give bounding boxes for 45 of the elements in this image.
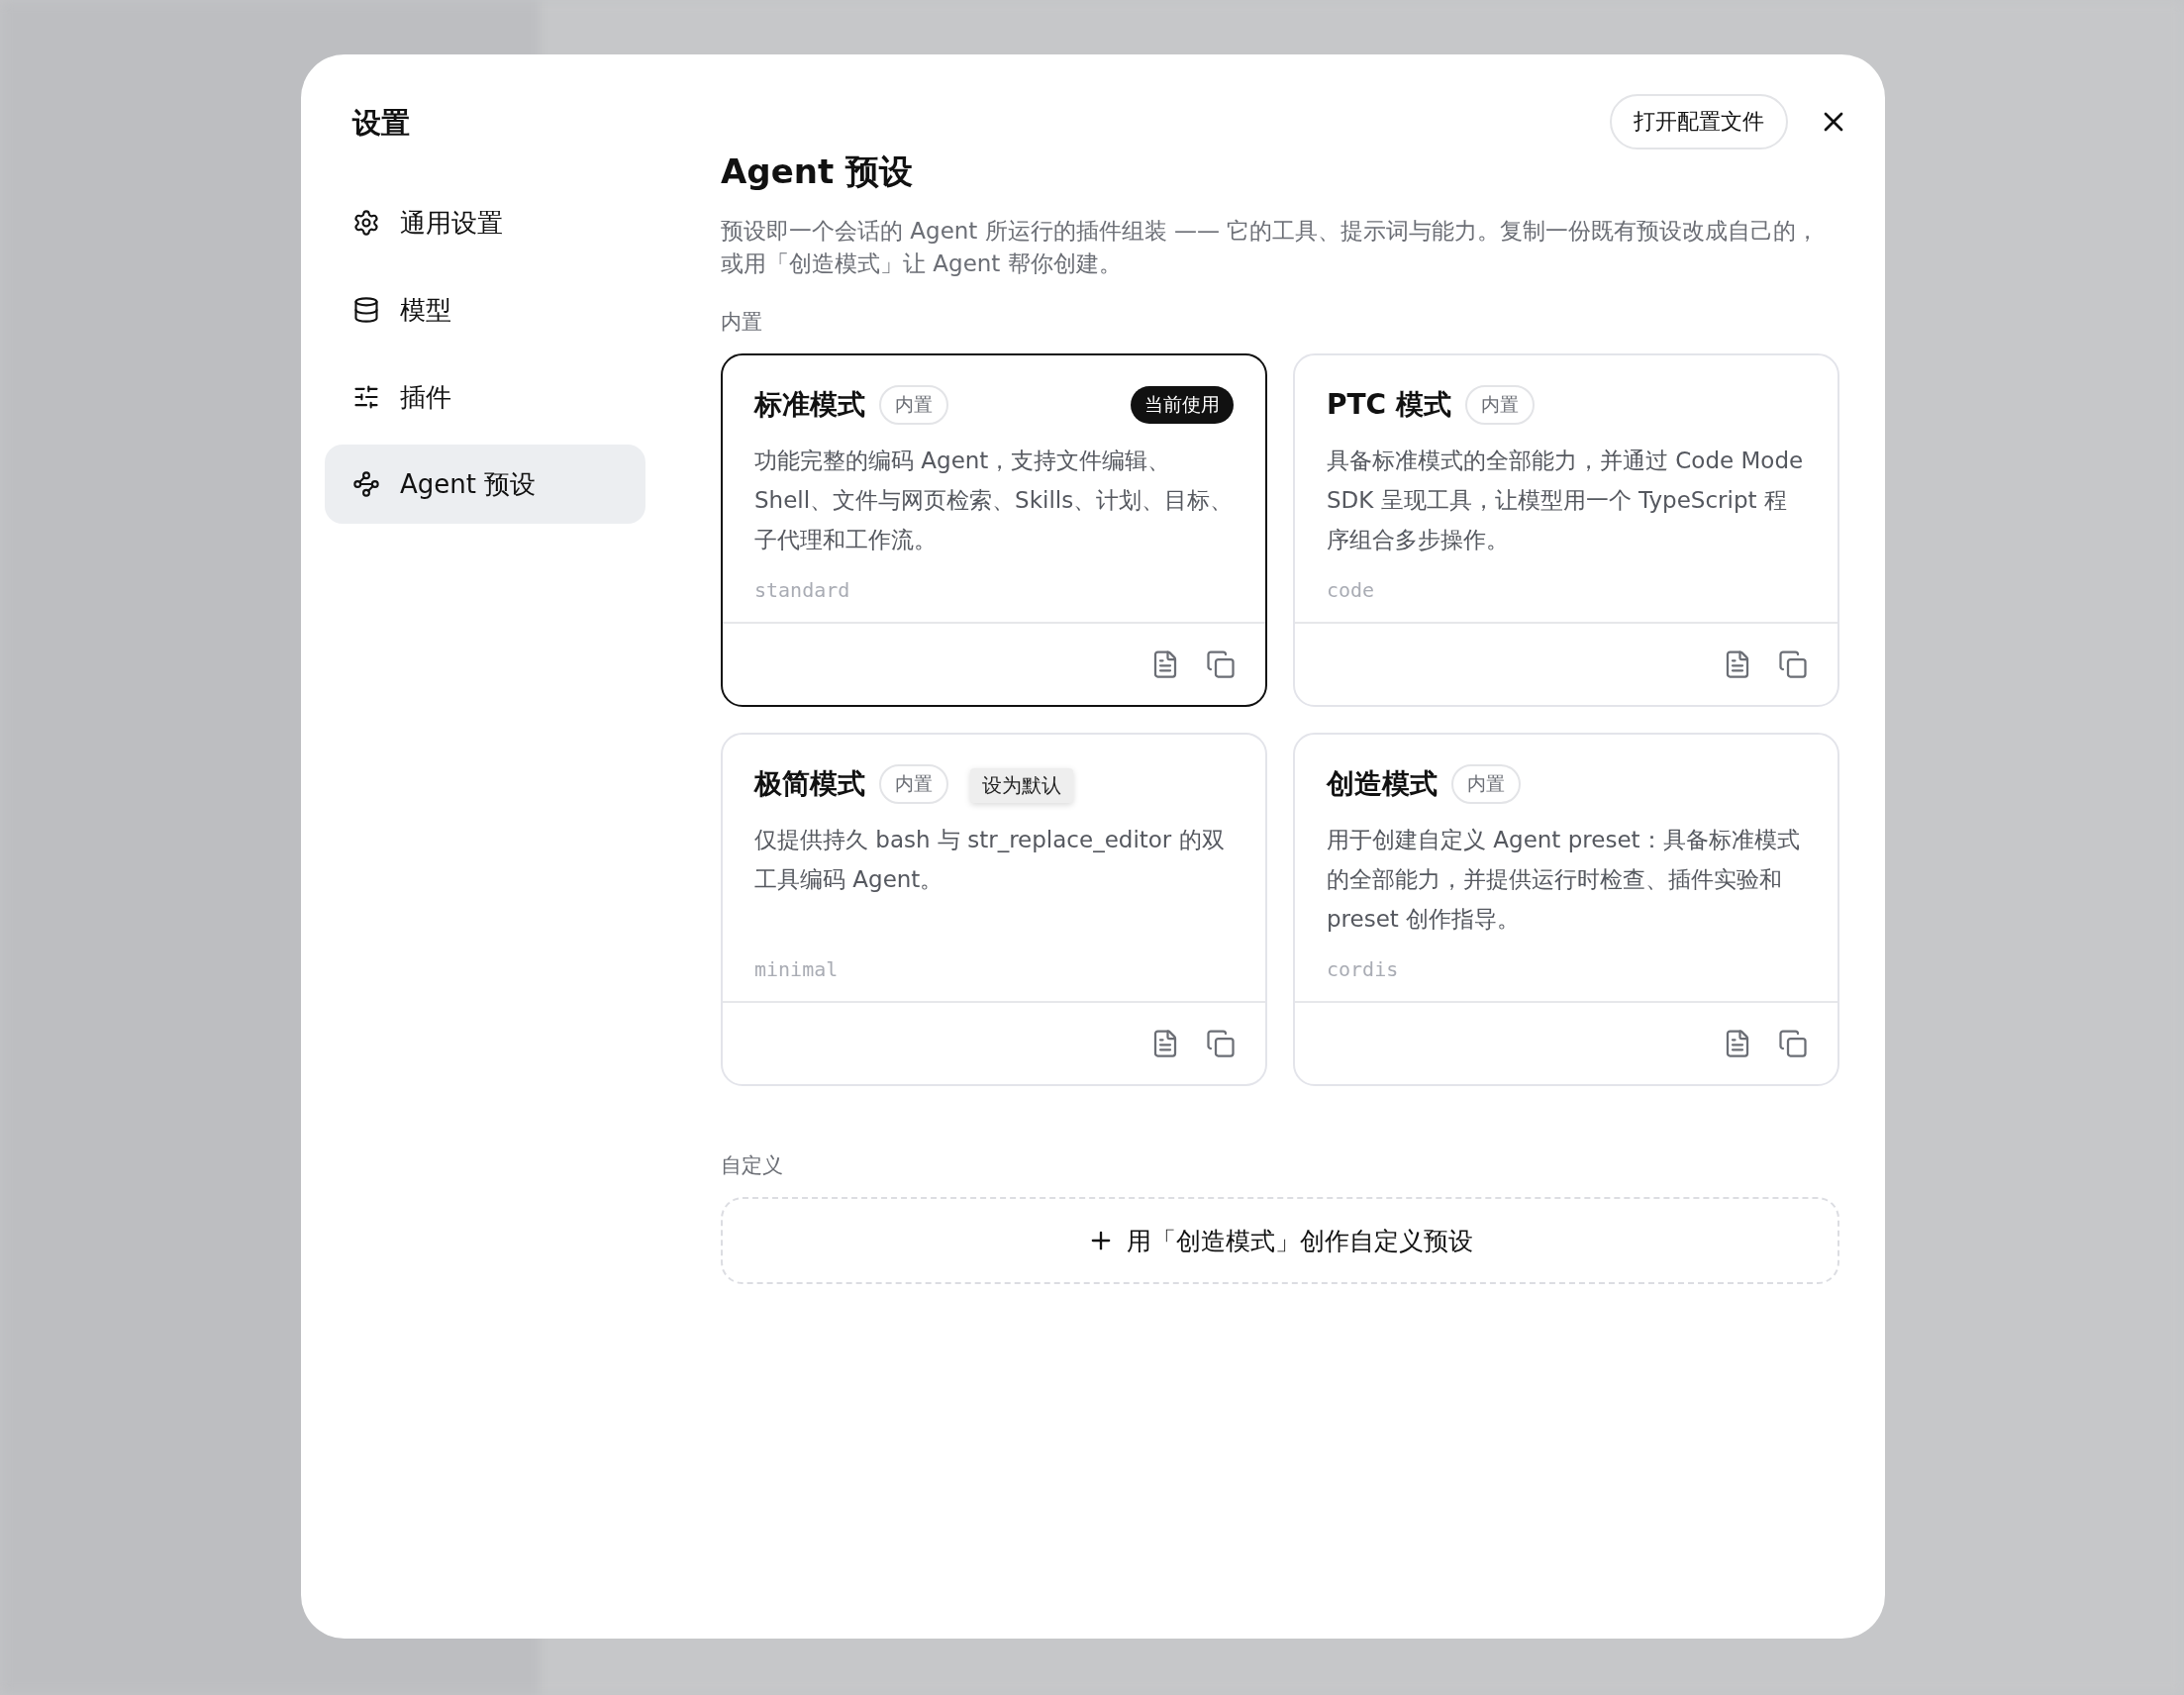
settings-icon	[352, 209, 380, 237]
preset-id: code	[1327, 578, 1376, 602]
current-badge: 当前使用	[1131, 386, 1234, 424]
preset-id: cordis	[1327, 957, 1400, 981]
nav-item[interactable]: 模型	[325, 270, 645, 349]
preset-card[interactable]: 创造模式 内置 用于创建自定义 Agent preset：具备标准模式的全部能力，并提供运行时检查、插件实验和 preset 创作指导。 cordis	[1293, 733, 1839, 1086]
nav-label: 通用设置	[400, 206, 503, 240]
tooltip: 设为默认	[970, 768, 1073, 803]
section-label: 内置	[721, 309, 763, 336]
preset-description: 功能完整的编码 Agent，支持文件编辑、Shell、文件与网页检索、Skills、计划、目标、子代理和工作流。	[754, 447, 1234, 554]
nav-label: Agent 预设	[400, 467, 537, 501]
preset-description: 具备标准模式的全部能力，并通过 Code Mode SDK 呈现工具，让模型用一个 TypeScript 程序组合多步操作。	[1327, 447, 1805, 554]
preset-id: minimal	[754, 957, 840, 981]
preset-name: 极简模式	[754, 766, 865, 802]
nav-item[interactable]: 通用设置	[325, 183, 645, 262]
preset-name: PTC 模式	[1327, 387, 1451, 423]
nav-label: 模型	[400, 293, 451, 327]
copy-icon[interactable]	[1206, 649, 1236, 679]
copy-icon[interactable]	[1206, 1029, 1236, 1058]
preset-card[interactable]: 标准模式 内置 当前使用 功能完整的编码 Agent，支持文件编辑、Shell、文件与网页检索、Skills、计划、目标、子代理和工作流。 standard	[721, 353, 1267, 707]
nodes-icon	[352, 470, 380, 498]
section-label: 自定义	[721, 1152, 784, 1179]
nav-item[interactable]: 插件	[325, 357, 645, 437]
database-icon	[352, 296, 380, 324]
preset-name: 创造模式	[1327, 766, 1438, 802]
preset-description: 用于创建自定义 Agent preset：具备标准模式的全部能力，并提供运行时检查、插件实验和 preset 创作指导。	[1327, 826, 1801, 934]
sliders-icon	[352, 383, 380, 411]
builtin-badge: 内置	[879, 764, 948, 804]
dialog-title: 设置	[350, 105, 411, 142]
preset-description: 仅提供持久 bash 与 str_replace_editor 的双工具编码 Agent。	[754, 826, 1226, 894]
preset-card[interactable]: PTC 模式 内置 具备标准模式的全部能力，并通过 Code Mode SDK 呈现工具，让模型用一个 TypeScript 程序组合多步操作。 code	[1293, 353, 1839, 707]
preset-id: standard	[754, 578, 851, 602]
preset-name: 标准模式	[754, 387, 865, 423]
builtin-badge: 内置	[879, 385, 948, 425]
nav-label: 插件	[400, 380, 451, 414]
create-preset-button[interactable]: 用「创造模式」创作自定义预设	[721, 1197, 1839, 1284]
nav-item[interactable]: Agent 预设	[325, 445, 645, 524]
builtin-badge: 内置	[1464, 385, 1535, 425]
page-title: Agent 预设	[721, 150, 914, 193]
page-description: 预设即一个会话的 Agent 所运行的插件组装 —— 它的工具、提示词与能力。复制一份既有预设改成自己的，或用「创造模式」让 Agent 帮你创建。	[721, 217, 1821, 278]
open-config-button[interactable]: 打开配置文件	[1610, 94, 1788, 150]
copy-icon[interactable]	[1778, 649, 1808, 679]
builtin-badge: 内置	[1451, 764, 1521, 804]
copy-icon[interactable]	[1778, 1029, 1808, 1058]
preset-card[interactable]: 极简模式 内置 设为默认 仅提供持久 bash 与 str_replace_editor 的双工具编码 Agent。 minimal	[721, 733, 1267, 1086]
